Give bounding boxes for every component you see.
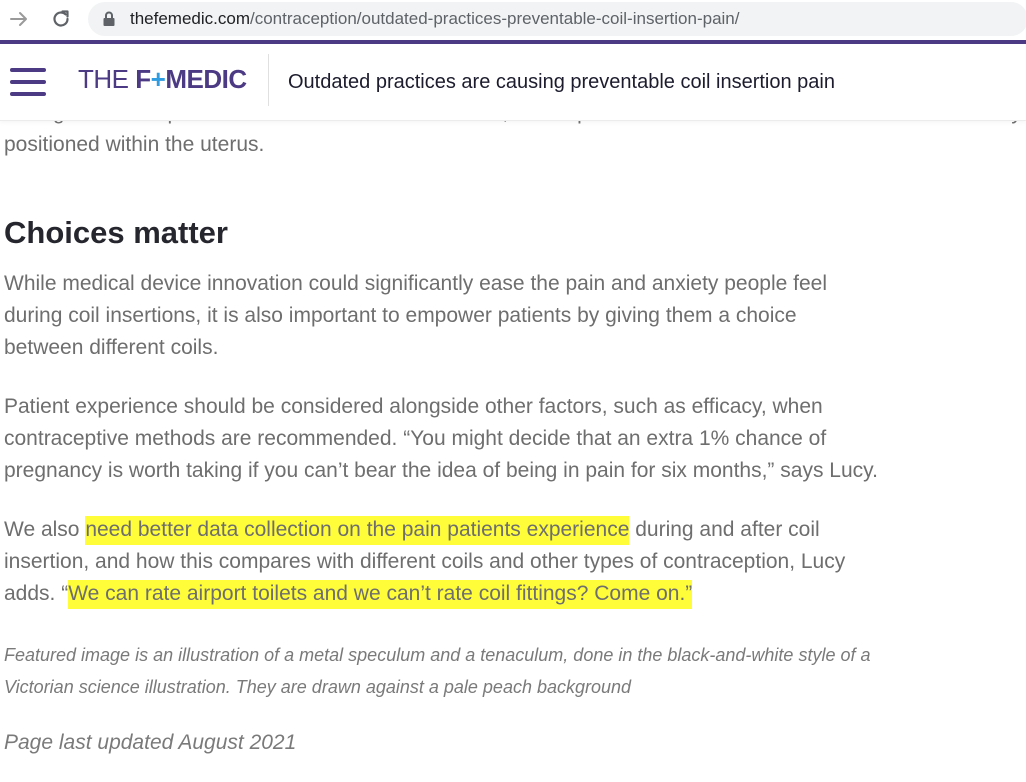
paragraph-data-collection: We also need better data collection on t… <box>4 514 845 610</box>
text-segment: during and after coil <box>629 518 820 541</box>
logo-rest: MEDIC <box>165 64 247 94</box>
text-segment: We also <box>4 518 86 541</box>
section-heading: Choices matter <box>4 215 228 250</box>
paragraph-choices: While medical device innovation could si… <box>4 268 827 364</box>
clipped-text-line: distinguished the position of the uterus… <box>4 121 1022 129</box>
site-logo[interactable]: THE F+MEDIC <box>78 64 247 95</box>
hamburger-menu-icon[interactable] <box>10 68 46 96</box>
text-line: adds. “We can rate airport toilets and w… <box>4 578 845 610</box>
reload-button[interactable] <box>48 6 74 32</box>
text-line: While medical device innovation could si… <box>4 272 828 295</box>
logo-the: THE <box>78 64 136 94</box>
forward-arrow-icon <box>10 12 27 26</box>
highlighted-quote: We can rate airport toilets and we can’t… <box>68 580 693 609</box>
last-updated-text: Page last updated August 2021 <box>4 731 297 754</box>
text-line: We also need better data collection on t… <box>4 514 845 546</box>
clipped-text: distinguished the position of the uterus… <box>4 121 1022 129</box>
text-line: between different coils. <box>4 336 219 359</box>
text-line: during coil insertions, it is also impor… <box>4 304 797 327</box>
logo-cross-icon: + <box>150 64 166 94</box>
address-bar[interactable]: thefemedic.com/contraception/outdated-pr… <box>88 2 1026 36</box>
highlighted-text: need better data collection on the pain … <box>85 516 630 545</box>
caption-line: Featured image is an illustration of a m… <box>4 645 871 665</box>
text-line: positioned within the uterus. <box>4 133 265 156</box>
text-line: contraceptive methods are recommended. “… <box>4 427 827 450</box>
url-text[interactable]: thefemedic.com/contraception/outdated-pr… <box>130 9 740 29</box>
featured-image-caption: Featured image is an illustration of a m… <box>4 639 870 703</box>
logo-f: F <box>135 64 151 94</box>
browser-toolbar: thefemedic.com/contraception/outdated-pr… <box>0 0 1026 42</box>
paragraph-intro-end: positioned within the uterus. <box>4 129 264 161</box>
url-path: /contraception/outdated-practices-preven… <box>250 9 740 28</box>
header-divider <box>268 54 269 106</box>
caption-line: Victorian science illustration. They are… <box>4 677 632 697</box>
header-article-title: Outdated practices are causing preventab… <box>288 71 835 93</box>
site-header: THE F+MEDIC Outdated practices are causi… <box>0 44 1026 121</box>
reload-icon <box>53 10 69 27</box>
text-line: Patient experience should be considered … <box>4 395 823 418</box>
text-line: insertion, and how this compares with di… <box>4 550 846 573</box>
paragraph-patient-experience: Patient experience should be considered … <box>4 391 878 487</box>
text-line: pregnancy is worth taking if you can’t b… <box>4 459 878 482</box>
url-domain: thefemedic.com <box>130 9 250 28</box>
text-segment: adds. “ <box>4 582 69 605</box>
lock-icon[interactable] <box>102 11 118 27</box>
forward-button[interactable] <box>6 6 32 32</box>
